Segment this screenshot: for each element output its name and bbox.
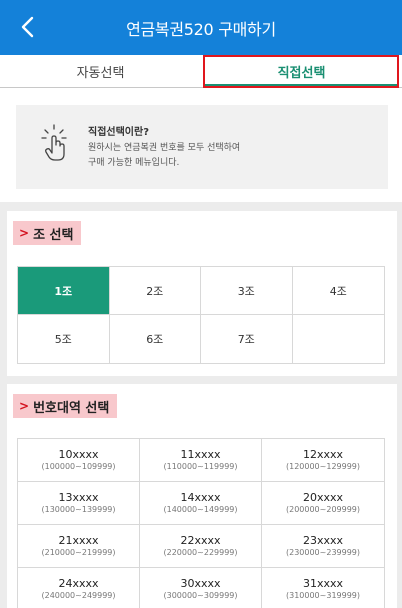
band-option[interactable]: 13xxxx (130000~139999) (18, 482, 140, 525)
band-range: (300000~309999) (163, 591, 238, 600)
band-section-title: > 번호대역 선택 (13, 394, 118, 418)
jo-empty-cell (293, 315, 385, 363)
band-option[interactable]: 21xxxx (210000~219999) (18, 525, 140, 568)
band-label: 30xxxx (180, 577, 221, 590)
band-label: 20xxxx (302, 491, 344, 504)
band-option[interactable]: 23xxxx (230000~239999) (262, 525, 384, 568)
jo-select-panel: > 조 선택 1조 2조 3조 4조 5조 6조 7조 (7, 211, 397, 376)
chevron-right-icon: > (19, 226, 30, 240)
band-label: 21xxxx (58, 534, 99, 547)
tab-auto-select[interactable]: 자동선택 (0, 55, 201, 87)
band-label: 11xxxx (180, 448, 221, 461)
chevron-right-icon: > (19, 399, 30, 413)
band-label: 31xxxx (302, 577, 344, 590)
band-label: 23xxxx (302, 534, 344, 547)
band-option[interactable]: 22xxxx (220000~229999) (140, 525, 262, 568)
info-description: 원하시는 연금복권 번호를 모두 선택하여 구매 가능한 메뉴입니다. (88, 141, 368, 171)
jo-option-5[interactable]: 5조 (18, 315, 110, 363)
band-option[interactable]: 31xxxx (310000~319999) (262, 568, 384, 608)
band-grid: 10xxxx (100000~109999) 11xxxx (110000~11… (17, 438, 385, 608)
jo-option-3[interactable]: 3조 (201, 267, 293, 315)
band-range: (220000~229999) (163, 548, 238, 557)
band-option[interactable]: 11xxxx (110000~119999) (140, 439, 262, 482)
band-range: (130000~139999) (41, 505, 116, 514)
jo-option-4[interactable]: 4조 (292, 267, 384, 315)
info-description-line: 원하시는 연금복권 번호를 모두 선택하여 (88, 143, 241, 153)
band-label: 14xxxx (180, 491, 221, 504)
band-range: (140000~149999) (163, 505, 238, 514)
info-box: 직접선택이란? 원하시는 연금복권 번호를 모두 선택하여 구매 가능한 메뉴입… (16, 105, 388, 189)
app-header: 연금복권520 구매하기 (0, 0, 402, 55)
band-range: (100000~109999) (41, 462, 116, 471)
jo-section-label: 조 선택 (33, 227, 74, 243)
band-range: (310000~319999) (285, 591, 361, 600)
band-range: (110000~119999) (163, 462, 238, 471)
band-range: (230000~239999) (285, 548, 361, 557)
band-range: (200000~209999) (285, 505, 361, 514)
tab-manual-select[interactable]: 직접선택 (201, 55, 402, 88)
band-label: 13xxxx (58, 491, 99, 504)
band-label: 22xxxx (180, 534, 221, 547)
band-label: 10xxxx (58, 448, 99, 461)
jo-section-title: > 조 선택 (13, 221, 82, 245)
page-title: 연금복권520 구매하기 (126, 19, 276, 39)
band-option[interactable]: 24xxxx (240000~249999) (18, 568, 140, 608)
band-option[interactable]: 20xxxx (200000~209999) (262, 482, 384, 525)
jo-option-6[interactable]: 6조 (110, 315, 201, 363)
jo-grid: 1조 2조 3조 4조 5조 6조 7조 (17, 266, 385, 364)
band-range: (210000~219999) (41, 548, 116, 557)
pointing-hand-icon (41, 124, 67, 161)
band-range: (120000~129999) (285, 462, 361, 471)
band-option[interactable]: 30xxxx (300000~309999) (140, 568, 262, 608)
chevron-left-icon (21, 16, 34, 38)
band-label: 12xxxx (302, 448, 344, 461)
number-band-panel: > 번호대역 선택 10xxxx (100000~109999) 11xxxx … (7, 384, 397, 608)
jo-option-1[interactable]: 1조 (18, 267, 110, 315)
back-button[interactable] (10, 10, 44, 44)
band-range: (240000~249999) (41, 591, 116, 600)
band-label: 24xxxx (58, 577, 99, 590)
selection-tabs: 자동선택 직접선택 (0, 55, 402, 88)
info-description-line: 구매 가능한 메뉴입니다. (88, 158, 180, 168)
band-option[interactable]: 10xxxx (100000~109999) (18, 439, 140, 482)
band-section-label: 번호대역 선택 (33, 400, 110, 416)
jo-option-7[interactable]: 7조 (201, 315, 293, 363)
band-option[interactable]: 14xxxx (140000~149999) (140, 482, 262, 525)
info-title: 직접선택이란? (88, 127, 150, 138)
band-option[interactable]: 12xxxx (120000~129999) (262, 439, 384, 482)
jo-option-2[interactable]: 2조 (109, 267, 201, 315)
